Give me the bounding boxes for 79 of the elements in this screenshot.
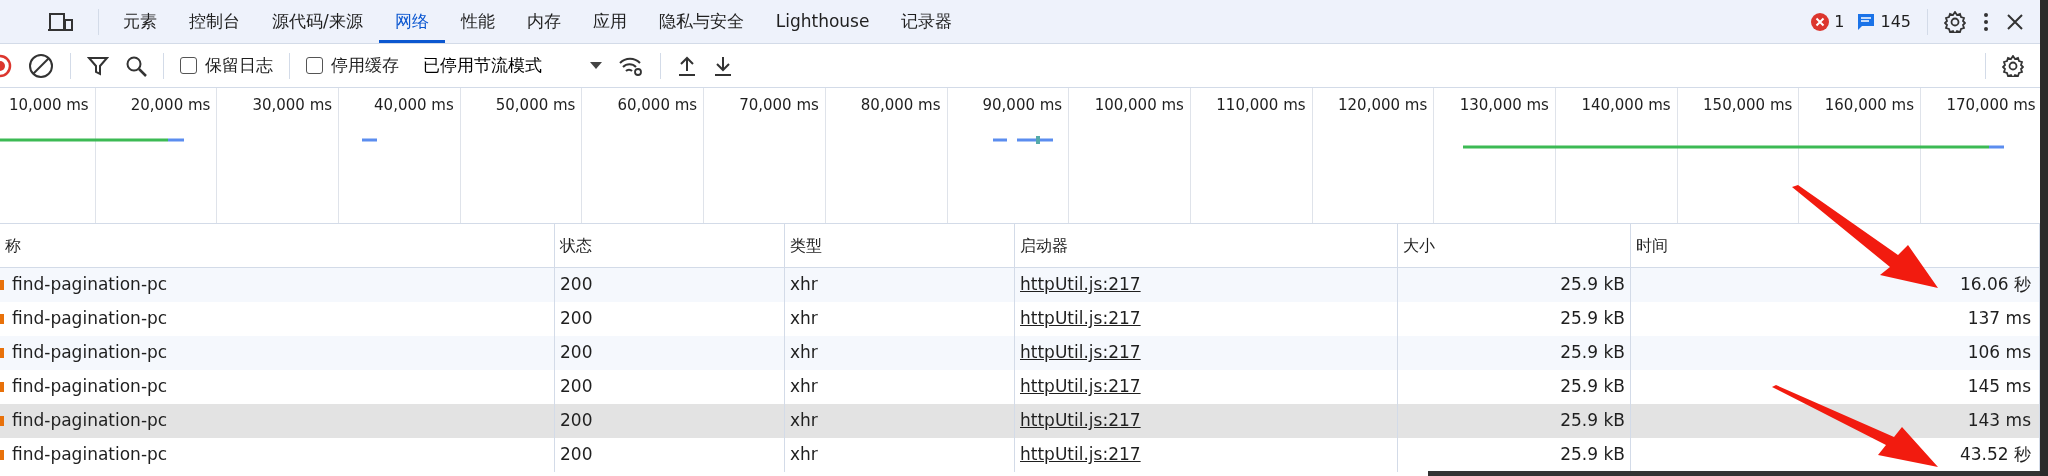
- panel-tab[interactable]: 内存: [510, 0, 577, 43]
- panel-tab[interactable]: 控制台: [173, 0, 256, 43]
- tick-label: 40,000 ms: [374, 96, 454, 114]
- panel-tab[interactable]: 元素: [107, 0, 173, 43]
- caret-icon: [590, 61, 602, 70]
- table-cell: 25.9 kB: [1398, 404, 1631, 438]
- error-count[interactable]: 1: [1834, 9, 1845, 34]
- table-cell: xhr: [785, 438, 1015, 472]
- column-header[interactable]: 时间: [1631, 224, 2040, 268]
- checkbox-option[interactable]: 保留日志: [172, 52, 281, 79]
- column-header[interactable]: 大小: [1398, 224, 1631, 268]
- download-icon: [713, 54, 733, 77]
- initiator-link[interactable]: httpUtil.js:217: [1020, 306, 1141, 332]
- request-icon: [0, 382, 4, 392]
- request-icon: [0, 348, 4, 358]
- tick-label: 120,000 ms: [1338, 96, 1428, 114]
- tick-label: 170,000 ms: [1946, 96, 2036, 114]
- request-name[interactable]: find-pagination-pc: [12, 442, 168, 468]
- search-icon: [125, 54, 147, 77]
- table-cell: 200: [555, 336, 785, 370]
- tick-label: 50,000 ms: [495, 96, 576, 114]
- column-header[interactable]: 启动器: [1015, 224, 1398, 268]
- table-cell: 25.9 kB: [1398, 268, 1631, 302]
- table-cell: xhr: [785, 404, 1015, 438]
- panel-tab[interactable]: 性能: [444, 0, 511, 43]
- column-header[interactable]: 状态: [555, 224, 785, 268]
- tick-label: 150,000 ms: [1703, 96, 1793, 114]
- column-header[interactable]: 类型: [785, 224, 1015, 268]
- checkbox-option[interactable]: 停用缓存: [298, 52, 407, 79]
- filter-icon: [87, 54, 109, 77]
- tick-label: 110,000 ms: [1216, 96, 1306, 114]
- tick-label: 100,000 ms: [1094, 96, 1184, 114]
- table-cell: 200: [555, 268, 785, 302]
- tick-label: 130,000 ms: [1459, 96, 1549, 114]
- table-cell: 200: [555, 438, 785, 472]
- initiator-link[interactable]: httpUtil.js:217: [1020, 442, 1141, 468]
- panel-tab[interactable]: 隐私与安全: [642, 0, 760, 43]
- request-name[interactable]: find-pagination-pc: [12, 374, 168, 400]
- tick-label: 80,000 ms: [860, 96, 941, 114]
- more-icon: [1982, 10, 1990, 33]
- message-icon: [1856, 11, 1877, 32]
- initiator-link[interactable]: httpUtil.js:217: [1020, 374, 1141, 400]
- tick-label: 160,000 ms: [1824, 96, 1914, 114]
- tick-label: 140,000 ms: [1581, 96, 1671, 114]
- scrollbar[interactable]: [2040, 0, 2048, 476]
- settings-icon: [2002, 54, 2024, 77]
- panel-tab[interactable]: 源代码/来源: [256, 0, 379, 43]
- error-icon: [1810, 11, 1831, 32]
- table-cell: xhr: [785, 268, 1015, 302]
- tick-label: 60,000 ms: [617, 96, 698, 114]
- throttling-dropdown[interactable]: 已停用节流模式: [415, 48, 610, 83]
- device-toggle-icon[interactable]: [48, 10, 74, 33]
- clear-icon: [28, 52, 54, 79]
- panel-tab[interactable]: 网络: [378, 0, 445, 43]
- table-cell: 106 ms: [1631, 336, 2040, 370]
- tick-label: 90,000 ms: [982, 96, 1063, 114]
- panel-tab[interactable]: 记录器: [885, 0, 969, 43]
- record-icon: [0, 53, 12, 78]
- request-icon: [0, 314, 4, 324]
- settings-icon: [1944, 10, 1966, 33]
- request-icon: [0, 280, 4, 290]
- tick-label: 10,000 ms: [9, 96, 89, 114]
- request-icon: [0, 450, 4, 460]
- message-count[interactable]: 145: [1880, 9, 1911, 34]
- tick-label: 20,000 ms: [130, 96, 211, 114]
- column-header[interactable]: 称: [0, 224, 555, 268]
- panel-tab[interactable]: Lighthouse: [759, 0, 886, 43]
- table-cell: 16.06 秒: [1631, 268, 2040, 302]
- tick-label: 30,000 ms: [252, 96, 333, 114]
- table-cell: 200: [555, 404, 785, 438]
- table-cell: xhr: [785, 336, 1015, 370]
- panel-tab[interactable]: 应用: [576, 0, 643, 43]
- upload-icon: [677, 54, 697, 77]
- request-name[interactable]: find-pagination-pc: [12, 306, 168, 332]
- table-cell: 25.9 kB: [1398, 336, 1631, 370]
- close-icon: [2006, 12, 2024, 31]
- request-icon: [0, 416, 4, 426]
- tick-label: 70,000 ms: [739, 96, 819, 114]
- table-cell: 143 ms: [1631, 404, 2040, 438]
